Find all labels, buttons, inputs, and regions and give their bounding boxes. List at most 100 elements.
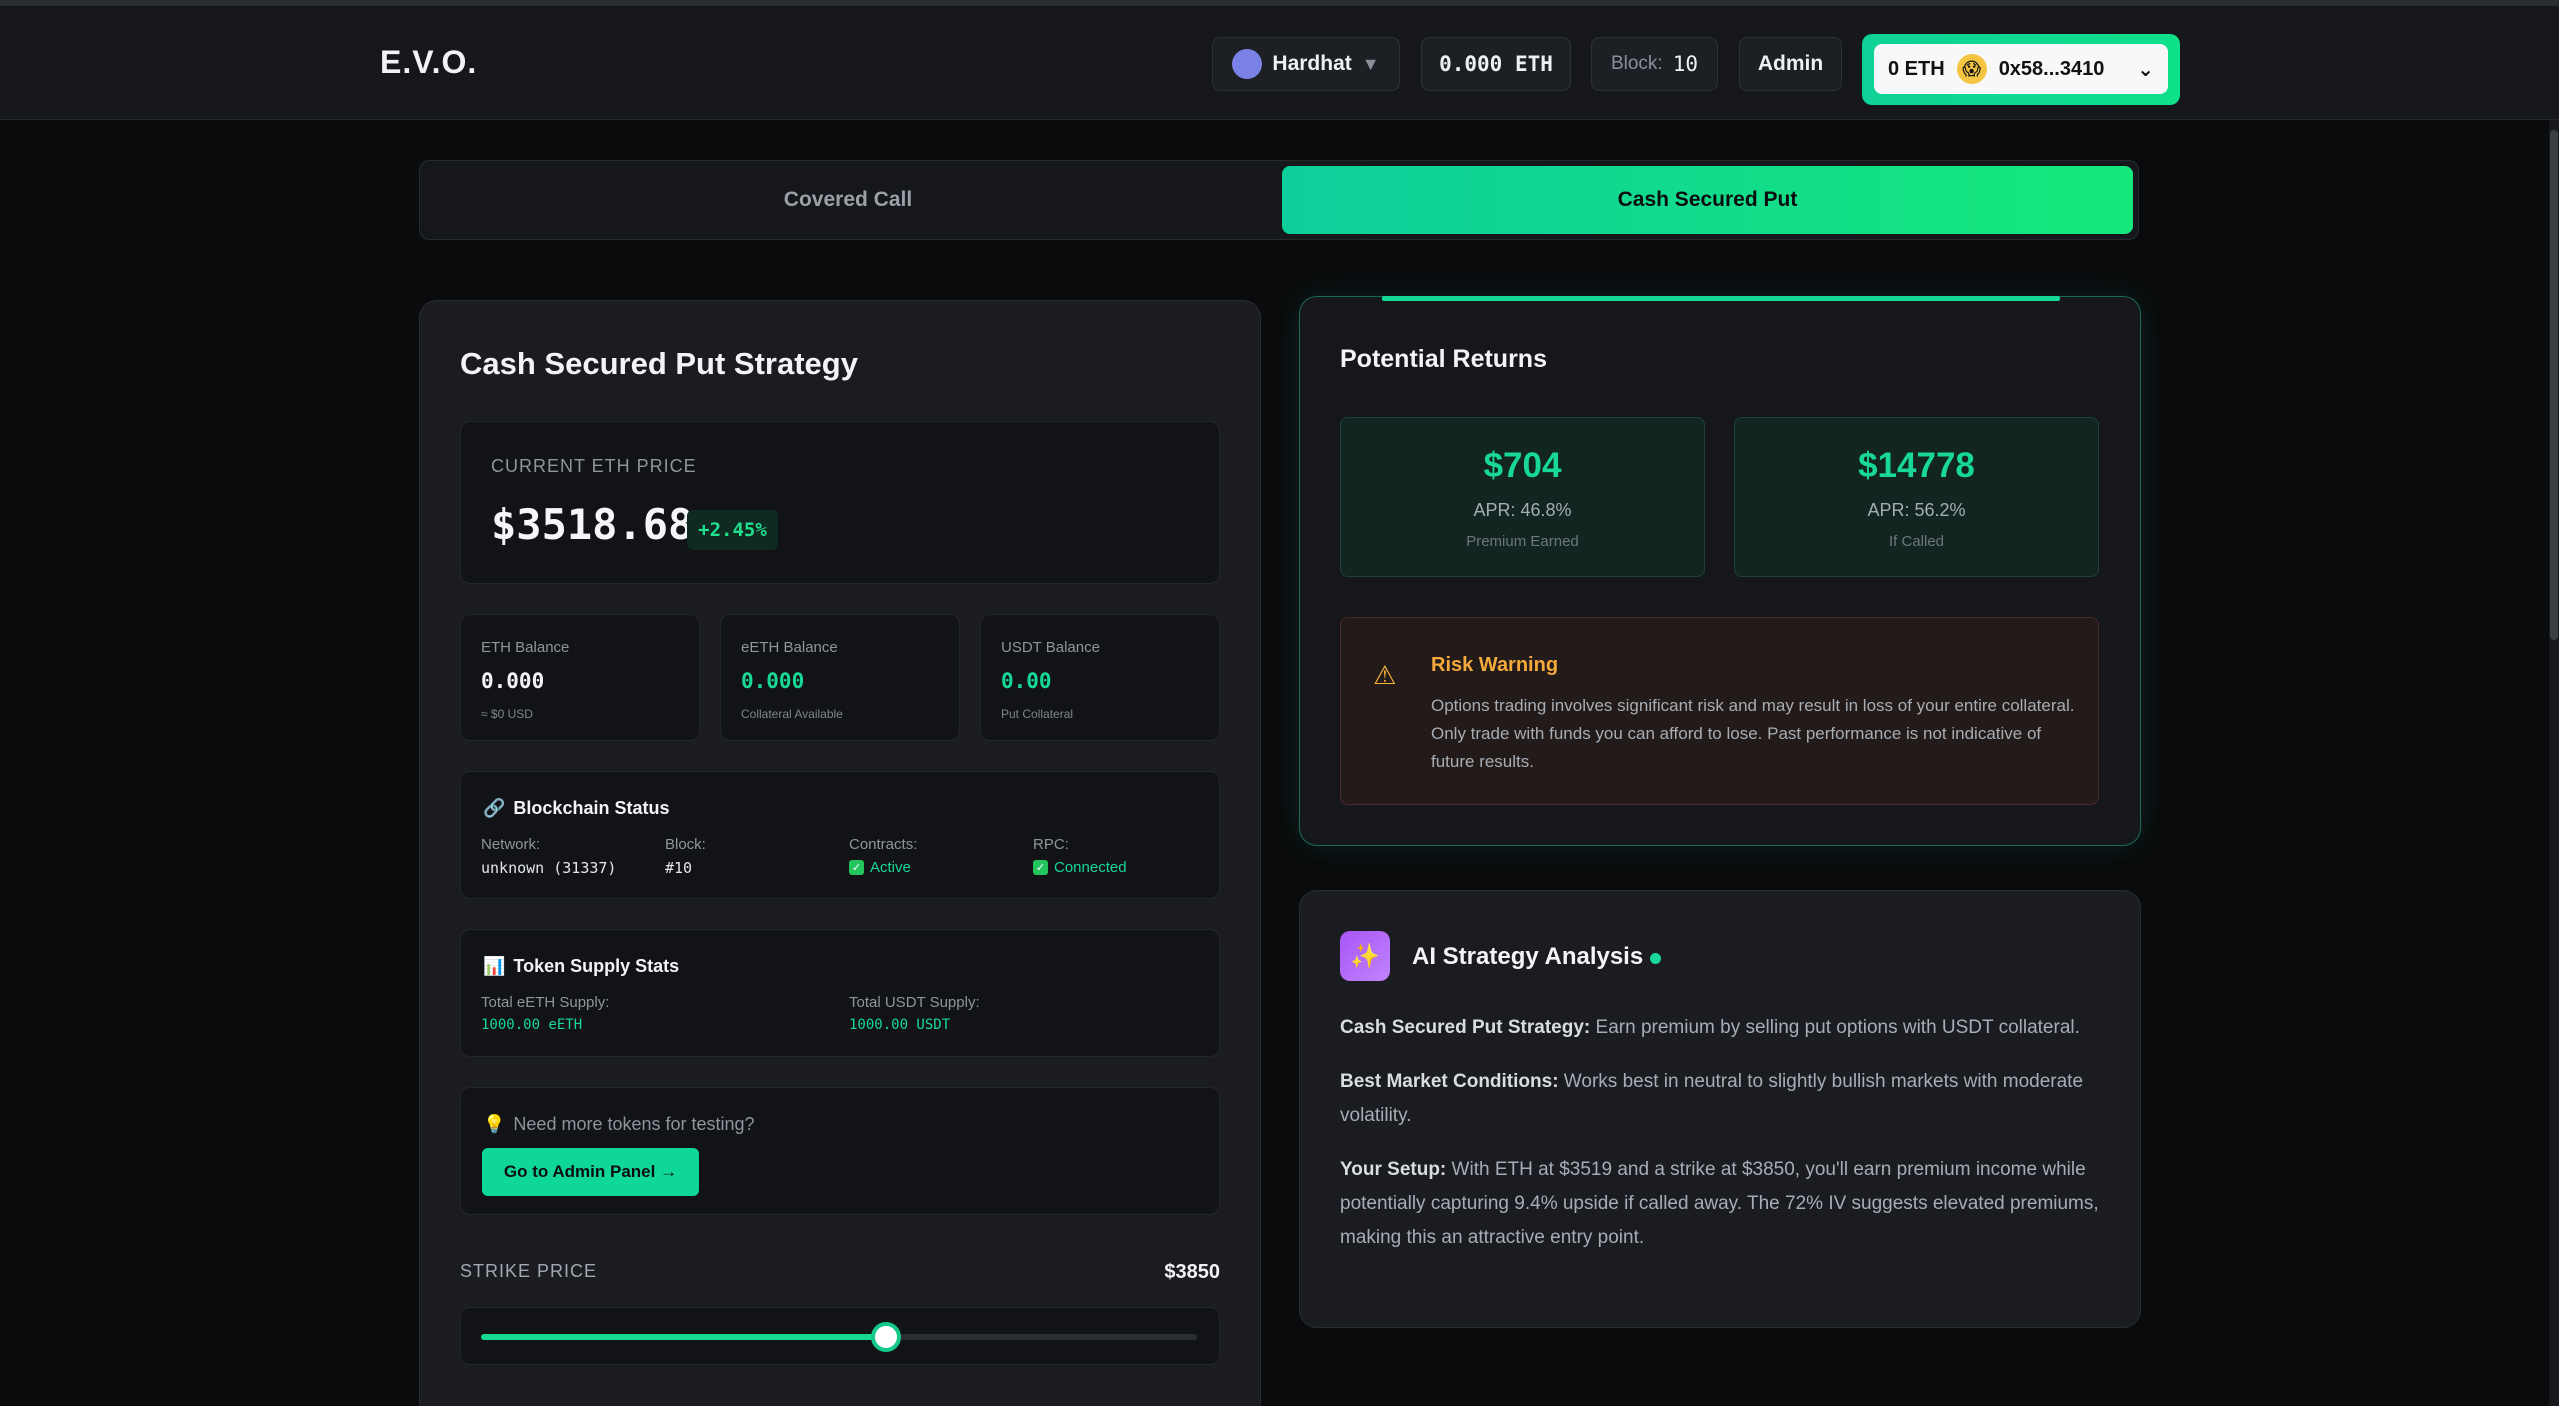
block-display: Block: 10 (1591, 37, 1718, 91)
eth-balance-display: 0.000 ETH (1421, 37, 1571, 91)
lightbulb-icon: 💡 (483, 1114, 506, 1134)
return-sub: If Called (1888, 533, 1945, 550)
sparkles-icon: ✨ (1340, 931, 1390, 981)
eeth-supply-cell: Total eETH Supply: 1000.00 eETH (481, 994, 609, 1033)
need-tokens-card: 💡 Need more tokens for testing? Go to Ad… (460, 1087, 1220, 1215)
contracts-cell: Contracts: ✓ Active (849, 836, 917, 876)
strike-slider-track[interactable] (481, 1322, 1197, 1352)
tab-cash-secured-put[interactable]: Cash Secured Put (1282, 166, 2133, 234)
accent-bar (1382, 296, 2060, 301)
usdt-supply-cell: Total USDT Supply: 1000.00 USDT (849, 994, 980, 1033)
app-logo[interactable]: E.V.O. (380, 44, 477, 81)
price-change-badge: +2.45% (687, 510, 778, 550)
cell-key: Block: (665, 836, 706, 853)
token-supply-title: 📊 Token Supply Stats (483, 956, 679, 977)
status-dot (1650, 953, 1661, 964)
usdt-balance-card: USDT Balance 0.00 Put Collateral (980, 614, 1220, 741)
risk-warning-text: Options trading involves significant ris… (1431, 696, 2075, 771)
blockchain-status-title: 🔗 Blockchain Status (483, 798, 669, 819)
cell-key: Contracts: (849, 836, 918, 853)
network-cell: Network: unknown (31337) (481, 836, 616, 877)
return-apr: APR: 46.8% (1473, 500, 1572, 520)
block-label: Block: (1610, 53, 1663, 74)
analysis-paragraph: Cash Secured Put Strategy: Earn premium … (1340, 1011, 2110, 1045)
blockchain-status-card: 🔗 Blockchain Status Network: unknown (31… (460, 771, 1220, 899)
analysis-paragraph: Best Market Conditions: Works best in ne… (1340, 1065, 2110, 1133)
return-value: $14778 (1858, 446, 1975, 485)
ai-analysis-title: AI Strategy Analysis (1412, 943, 1644, 970)
if-called-card: $14778 APR: 56.2% If Called (1734, 417, 2099, 577)
analysis-text: With ETH at $3519 and a strike at $3850,… (1340, 1159, 2099, 1248)
risk-warning-title: Risk Warning (1431, 654, 1559, 676)
section-title-text: Token Supply Stats (513, 956, 680, 976)
potential-returns-panel: Potential Returns $704 APR: 46.8% Premiu… (1299, 296, 2141, 846)
chevron-down-icon: ⌄ (2137, 58, 2154, 81)
top-header: E.V.O. Hardhat ▼ 0.000 ETH Block: 10 Adm… (0, 6, 2559, 120)
network-icon (1232, 49, 1263, 79)
balance-label: USDT Balance (1001, 639, 1100, 656)
cell-value: 1000.00 eETH (481, 1017, 583, 1033)
price-label: CURRENT ETH PRICE (491, 456, 697, 476)
scrollbar-thumb[interactable] (2550, 130, 2558, 640)
contracts-status: Active (870, 859, 911, 876)
return-apr: APR: 56.2% (1867, 500, 1966, 520)
balance-sub: Collateral Available (741, 707, 843, 721)
eth-balance-card: ETH Balance 0.000 ≈ $0 USD (460, 614, 700, 741)
network-selector[interactable]: Hardhat ▼ (1212, 37, 1400, 91)
balance-value: 0.00 (1001, 669, 1052, 693)
caret-down-icon: ▼ (1361, 53, 1380, 74)
risk-warning-box: ⚠ Risk Warning Options trading involves … (1340, 617, 2099, 805)
rpc-cell: RPC: ✓ Connected (1033, 836, 1127, 876)
wallet-connect-frame[interactable]: 0 ETH 😱 0x58...3410 ⌄ (1862, 34, 2180, 105)
warning-icon: ⚠ (1373, 660, 1397, 690)
analysis-text: Earn premium by selling put options with… (1590, 1017, 2080, 1038)
balance-label: eETH Balance (741, 639, 838, 656)
wallet-balance: 0 ETH (1888, 57, 1945, 80)
ai-analysis-panel: ✨ AI Strategy Analysis Cash Secured Put … (1299, 890, 2141, 1328)
link-icon: 🔗 (483, 798, 506, 818)
premium-earned-card: $704 APR: 46.8% Premium Earned (1340, 417, 1705, 577)
cell-value: #10 (665, 859, 693, 877)
balance-value: 0.000 (741, 669, 805, 693)
rpc-status: Connected (1054, 859, 1127, 876)
strike-price-label: STRIKE PRICE (460, 1261, 598, 1281)
wallet-address: 0x58...3410 (1998, 57, 2105, 80)
cell-key: Total USDT Supply: (849, 994, 980, 1011)
ai-analysis-body: Cash Secured Put Strategy: Earn premium … (1340, 1011, 2110, 1275)
wallet-account-button[interactable]: 0 ETH 😱 0x58...3410 ⌄ (1874, 44, 2168, 94)
analysis-heading: Your Setup: (1340, 1159, 1447, 1180)
block-number: 10 (1672, 52, 1699, 76)
network-name: Hardhat (1272, 52, 1352, 75)
analysis-heading: Cash Secured Put Strategy: (1340, 1017, 1591, 1038)
token-supply-card: 📊 Token Supply Stats Total eETH Supply: … (460, 929, 1220, 1057)
cell-value: unknown (31337) (481, 859, 617, 877)
check-icon: ✓ (1033, 860, 1048, 875)
return-value: $704 (1483, 446, 1562, 485)
strike-slider-handle[interactable] (870, 1322, 901, 1352)
cell-value: 1000.00 USDT (849, 1017, 951, 1033)
check-icon: ✓ (849, 860, 864, 875)
cell-value-status: ✓ Connected (1033, 859, 1127, 876)
page-scrollbar[interactable] (2549, 120, 2559, 1406)
tab-covered-call[interactable]: Covered Call (426, 166, 1270, 234)
eeth-balance-card: eETH Balance 0.000 Collateral Available (720, 614, 960, 741)
section-title-text: Blockchain Status (513, 798, 670, 818)
strike-slider-container (460, 1307, 1220, 1365)
analysis-paragraph: Your Setup: With ETH at $3519 and a stri… (1340, 1153, 2110, 1255)
question-text: Need more tokens for testing? (513, 1114, 755, 1134)
balance-sub: ≈ $0 USD (481, 707, 533, 721)
balance-sub: Put Collateral (1001, 707, 1074, 721)
go-to-admin-button[interactable]: Go to Admin Panel → (482, 1148, 699, 1196)
balance-value: 0.000 (481, 669, 545, 693)
cell-key: Network: (481, 836, 541, 853)
eth-price-card: CURRENT ETH PRICE $3518.68 +2.45% (460, 421, 1220, 584)
strike-slider-fill (481, 1334, 886, 1340)
cell-value-status: ✓ Active (849, 859, 917, 876)
admin-button[interactable]: Admin (1739, 37, 1842, 91)
analysis-heading: Best Market Conditions: (1340, 1071, 1559, 1092)
strategy-tabs: Covered Call Cash Secured Put (419, 160, 2139, 240)
return-sub: Premium Earned (1466, 533, 1579, 550)
strike-price-value: $3850 (1164, 1261, 1220, 1283)
strategy-panel: Cash Secured Put Strategy CURRENT ETH PR… (419, 300, 1261, 1406)
cell-key: RPC: (1033, 836, 1069, 853)
